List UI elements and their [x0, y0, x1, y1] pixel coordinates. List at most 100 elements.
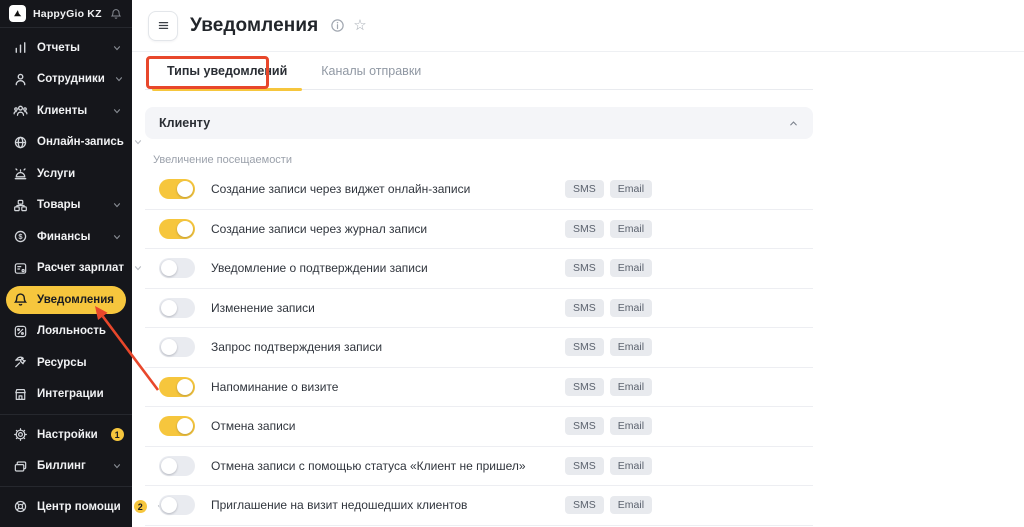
notification-label: Создание записи через журнал записи	[211, 222, 427, 236]
notification-row: Приглашение на визит недошедших клиентов…	[145, 486, 813, 526]
section-title: Клиенту	[159, 116, 210, 130]
star-icon[interactable]: ☆	[353, 18, 366, 33]
chevron-up-icon[interactable]	[788, 118, 799, 129]
sidebar-item-label: Ресурсы	[37, 357, 87, 369]
gear-icon	[12, 427, 28, 442]
sidebar-item-billing[interactable]: Биллинг	[0, 451, 132, 483]
sidebar-item-notifications[interactable]: Уведомления	[6, 286, 126, 314]
chevron-down-icon	[112, 200, 122, 210]
email-badge: Email	[610, 180, 652, 198]
percent-icon	[12, 324, 28, 339]
toggle-knob	[177, 418, 193, 434]
tab-notification-types[interactable]: Типы уведомлений	[150, 52, 304, 89]
notification-label: Напоминание о визите	[211, 380, 338, 394]
toggle-knob	[161, 300, 177, 316]
sidebar-item-label: Услуги	[37, 168, 75, 180]
svg-text:$: $	[18, 232, 23, 241]
storefront-icon	[12, 387, 28, 402]
toggle-switch[interactable]	[159, 258, 195, 278]
sidebar-item-label: Сотрудники	[37, 73, 105, 85]
toggle-knob	[177, 379, 193, 395]
notification-row: Напоминание о визите SMSEmail	[145, 368, 813, 408]
globe-icon	[12, 135, 28, 150]
sidebar-item-label: Центр помощи	[37, 501, 121, 513]
page-title: Уведомления	[190, 15, 318, 37]
sidebar-item-reports[interactable]: Отчеты	[0, 32, 132, 64]
sidebar-item-label: Уведомления	[37, 294, 114, 306]
sidebar-item-help-center[interactable]: Центр помощи 2	[0, 491, 132, 523]
app-logo	[9, 5, 26, 22]
notification-label: Создание записи через виджет онлайн-запи…	[211, 182, 470, 196]
sidebar-item-label: Финансы	[37, 231, 90, 243]
notification-label: Изменение записи	[211, 301, 315, 315]
notification-label: Запрос подтверждения записи	[211, 340, 382, 354]
email-badge: Email	[610, 378, 652, 396]
sidebar-item-label: Отчеты	[37, 42, 80, 54]
info-icon[interactable]	[330, 18, 345, 33]
sms-badge: SMS	[565, 338, 604, 356]
sidebar-item-label: Лояльность	[37, 325, 106, 337]
hammer-icon	[12, 355, 28, 370]
notification-label: Отмена записи	[211, 419, 295, 433]
toggle-knob	[161, 497, 177, 513]
sidebar-item-finances[interactable]: $ Финансы	[0, 221, 132, 253]
toggle-switch[interactable]	[159, 179, 195, 199]
email-badge: Email	[610, 338, 652, 356]
toggle-switch[interactable]	[159, 219, 195, 239]
dollar-circle-icon: $	[12, 229, 28, 244]
payroll-card-icon	[12, 261, 28, 276]
toggle-knob	[177, 221, 193, 237]
sidebar: HappyGio KZ Отчеты Сотрудники Клиенты Он…	[0, 0, 132, 527]
sidebar-nav: Отчеты Сотрудники Клиенты Онлайн-запись …	[0, 28, 132, 527]
chevron-down-icon	[133, 263, 143, 273]
hamburger-menu-button[interactable]	[148, 11, 178, 41]
sidebar-item-payroll[interactable]: Расчет зарплат	[0, 253, 132, 285]
toggle-switch[interactable]	[159, 416, 195, 436]
tab-sending-channels[interactable]: Каналы отправки	[304, 52, 438, 89]
notification-row: Создание записи через виджет онлайн-запи…	[145, 170, 813, 210]
email-badge: Email	[610, 299, 652, 317]
sidebar-item-employees[interactable]: Сотрудники	[0, 64, 132, 96]
sidebar-item-loyalty[interactable]: Лояльность	[0, 316, 132, 348]
email-badge: Email	[610, 417, 652, 435]
sidebar-item-settings[interactable]: Настройки 1	[0, 419, 132, 451]
sidebar-divider	[0, 486, 132, 487]
brand-name: HappyGio KZ	[33, 8, 102, 20]
toggle-knob	[177, 181, 193, 197]
notification-row: Изменение записи SMS Email	[145, 289, 813, 329]
toggle-switch[interactable]	[159, 337, 195, 357]
notification-row: Уведомление о подтверждении записи SMSEm…	[145, 249, 813, 289]
email-badge: Email	[610, 496, 652, 514]
sidebar-item-integrations[interactable]: Интеграции	[0, 379, 132, 411]
notification-label: Отмена записи с помощью статуса «Клиент …	[211, 459, 526, 473]
notifications-bell-icon[interactable]	[110, 8, 122, 20]
settings-count-badge: 1	[111, 428, 124, 441]
toggle-switch[interactable]	[159, 456, 195, 476]
tabs-bar: Типы уведомлений Каналы отправки	[132, 52, 1024, 90]
chevron-down-icon	[112, 43, 122, 53]
notification-label: Приглашение на визит недошедших клиентов	[211, 498, 467, 512]
notification-row: Отмена записи с помощью статуса «Клиент …	[145, 447, 813, 487]
sidebar-item-clients[interactable]: Клиенты	[0, 95, 132, 127]
chevron-down-icon	[114, 74, 124, 84]
sidebar-item-resources[interactable]: Ресурсы	[0, 347, 132, 379]
toggle-switch[interactable]	[159, 495, 195, 515]
sms-badge: SMS	[565, 417, 604, 435]
sidebar-divider	[0, 414, 132, 415]
sidebar-item-services[interactable]: Услуги	[0, 158, 132, 190]
sms-badge: SMS	[565, 299, 604, 317]
sms-badge: SMS	[565, 180, 604, 198]
subsection-title: Увеличение посещаемости	[153, 154, 813, 166]
sidebar-item-goods[interactable]: Товары	[0, 190, 132, 222]
email-badge: Email	[610, 457, 652, 475]
section-client[interactable]: Клиенту	[145, 107, 813, 139]
email-badge: Email	[610, 220, 652, 238]
sidebar-item-online-booking[interactable]: Онлайн-запись	[0, 127, 132, 159]
sidebar-item-label: Интеграции	[37, 388, 104, 400]
toggle-switch[interactable]	[159, 377, 195, 397]
boxes-icon	[12, 198, 28, 213]
sms-badge: SMS	[565, 220, 604, 238]
sidebar-item-label: Настройки	[37, 429, 98, 441]
bell-icon	[12, 292, 28, 307]
toggle-switch[interactable]	[159, 298, 195, 318]
